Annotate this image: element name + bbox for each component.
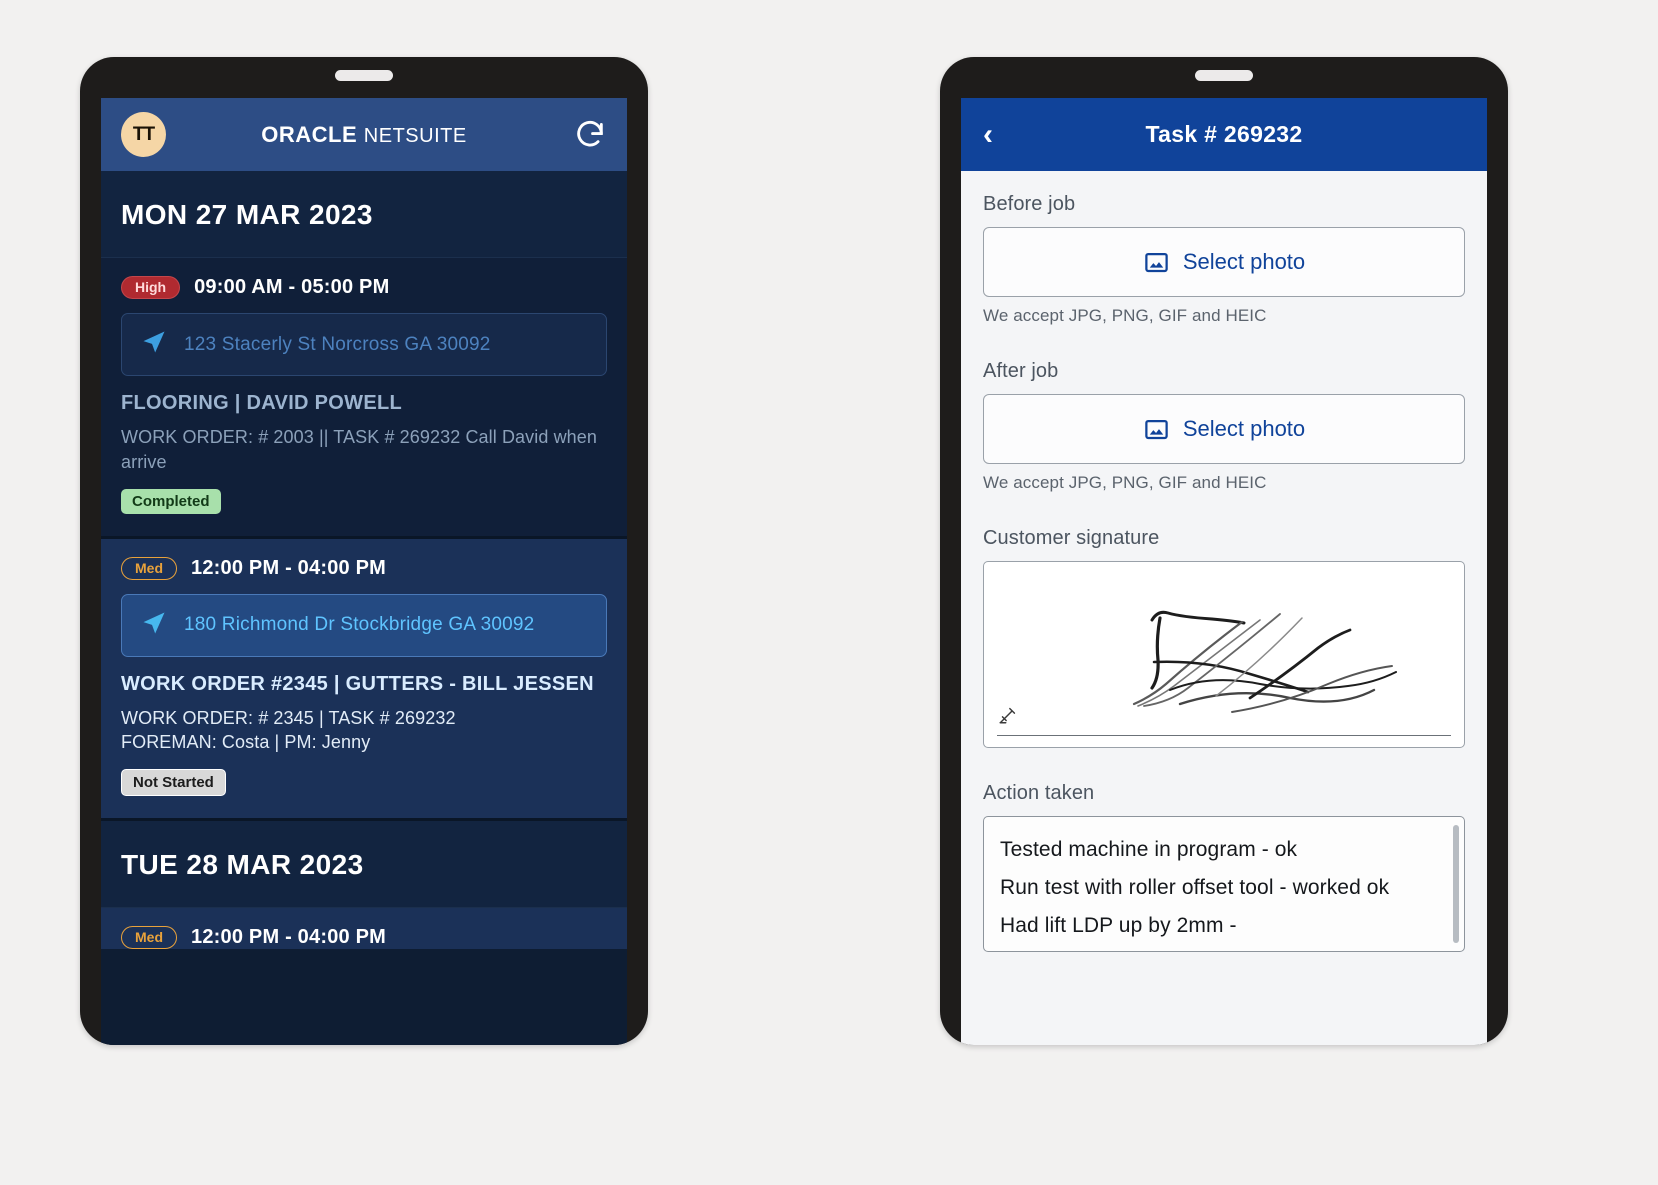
- priority-badge: High: [121, 276, 181, 299]
- task-detail-topbar: ‹ Task # 269232: [961, 98, 1487, 171]
- task-row[interactable]: High 09:00 AM - 05:00 PM 123 Stacerly St…: [101, 258, 627, 536]
- signature-baseline: [997, 735, 1451, 736]
- left-phone-device: TT ORACLE NETSUITE MON 27 MAR 2023 High: [80, 57, 648, 1045]
- navigation-arrow-icon: [140, 609, 168, 642]
- clear-signature-icon[interactable]: [997, 704, 1019, 731]
- task-details-line1: WORK ORDER: # 2345 | TASK # 269232: [121, 707, 456, 728]
- image-icon: [1143, 249, 1170, 276]
- brand-oracle: ORACLE: [261, 121, 358, 147]
- task-details-line2: FOREMAN: Costa | PM: Jenny: [121, 732, 371, 753]
- task-time: 12:00 PM - 04:00 PM: [191, 556, 386, 579]
- left-phone-screen: TT ORACLE NETSUITE MON 27 MAR 2023 High: [101, 98, 627, 1045]
- address-text: 123 Stacerly St Norcross GA 30092: [184, 333, 491, 355]
- priority-badge: Med: [121, 556, 177, 580]
- task-title: WORK ORDER #2345 | GUTTERS - BILL JESSEN: [121, 672, 594, 695]
- address-button[interactable]: 180 Richmond Dr Stockbridge GA 30092: [121, 593, 607, 657]
- task-detail-app: ‹ Task # 269232 Before job Select photo …: [961, 98, 1487, 1045]
- status-badge: Not Started: [121, 769, 226, 797]
- right-phone-screen: ‹ Task # 269232 Before job Select photo …: [961, 98, 1487, 1045]
- address-text: 180 Richmond Dr Stockbridge GA 30092: [184, 614, 535, 636]
- priority-badge: Med: [121, 926, 177, 950]
- back-chevron-icon[interactable]: ‹: [983, 119, 993, 150]
- task-header: Med 12:00 PM - 04:00 PM: [121, 556, 607, 580]
- avatar[interactable]: TT: [121, 112, 166, 157]
- action-taken-label: Action taken: [983, 782, 1095, 804]
- task-time: 12:00 PM - 04:00 PM: [191, 926, 386, 949]
- after-job-hint: We accept JPG, PNG, GIF and HEIC: [983, 473, 1267, 492]
- textarea-scrollbar[interactable]: [1453, 825, 1459, 943]
- task-title: FLOORING | DAVID POWELL: [121, 392, 403, 414]
- task-header: Med 12:00 PM - 04:00 PM: [121, 926, 607, 950]
- select-photo-label: Select photo: [1182, 416, 1306, 441]
- action-taken-textarea[interactable]: Tested machine in program - ok Run test …: [983, 816, 1465, 952]
- page-title: Task # 269232: [1145, 121, 1303, 147]
- before-job-hint: We accept JPG, PNG, GIF and HEIC: [983, 306, 1267, 325]
- task-time: 09:00 AM - 05:00 PM: [194, 276, 390, 298]
- after-job-label: After job: [983, 360, 1059, 382]
- task-detail-form: Before job Select photo We accept JPG, P…: [961, 171, 1487, 1045]
- netsuite-topbar: TT ORACLE NETSUITE: [101, 98, 627, 171]
- status-badge: Completed: [121, 488, 221, 514]
- signature-drawing: [1132, 610, 1397, 713]
- address-button[interactable]: 123 Stacerly St Norcross GA 30092: [121, 313, 607, 376]
- before-job-label: Before job: [983, 193, 1076, 215]
- action-taken-line: Had lift LDP up by 2mm -: [1000, 914, 1237, 938]
- action-taken-line: Run test with roller offset tool - worke…: [1000, 876, 1390, 900]
- day-header: TUE 28 MAR 2023: [101, 821, 627, 909]
- navigation-arrow-icon: [140, 328, 168, 361]
- oracle-netsuite-logo: ORACLE NETSUITE: [101, 122, 627, 148]
- customer-signature-label: Customer signature: [983, 527, 1160, 549]
- after-job-select-photo-button[interactable]: Select photo: [983, 394, 1465, 464]
- right-phone-device: ‹ Task # 269232 Before job Select photo …: [940, 57, 1508, 1045]
- select-photo-label: Select photo: [1182, 249, 1306, 274]
- task-row[interactable]: Med 12:00 PM - 04:00 PM: [101, 908, 627, 950]
- task-header: High 09:00 AM - 05:00 PM: [121, 276, 607, 299]
- phone-speaker-notch: [335, 70, 393, 81]
- day-header: MON 27 MAR 2023: [101, 171, 627, 258]
- task-details: WORK ORDER: # 2003 || TASK # 269232 Call…: [121, 427, 597, 472]
- image-icon: [1143, 416, 1170, 443]
- task-row[interactable]: Med 12:00 PM - 04:00 PM 180 Richmond Dr …: [101, 538, 627, 819]
- refresh-icon[interactable]: [573, 118, 607, 152]
- action-taken-line: Tested machine in program - ok: [1000, 838, 1298, 861]
- netsuite-schedule-app: TT ORACLE NETSUITE MON 27 MAR 2023 High: [101, 98, 627, 1045]
- brand-netsuite: NETSUITE: [363, 124, 467, 147]
- before-job-select-photo-button[interactable]: Select photo: [983, 227, 1465, 297]
- signature-pad[interactable]: [983, 561, 1465, 748]
- phone-speaker-notch: [1195, 70, 1253, 81]
